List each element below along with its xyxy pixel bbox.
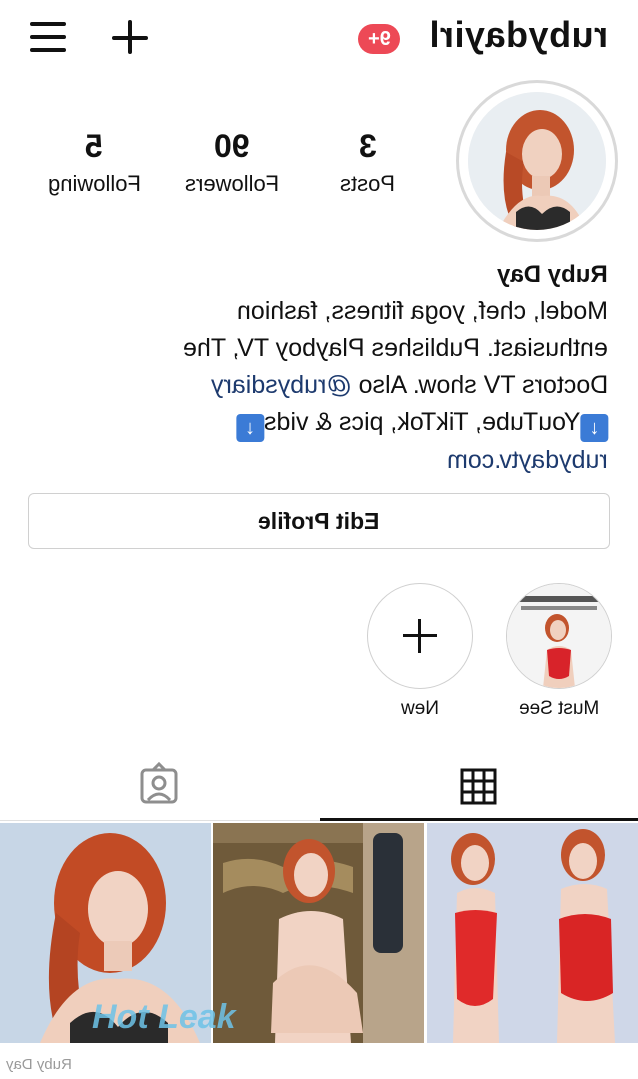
watermark-brand-text: Hot Leak bbox=[92, 998, 236, 1036]
avatar[interactable] bbox=[468, 92, 606, 230]
highlight-label-text: New bbox=[400, 698, 439, 719]
edit-profile-button[interactable]: Edit Profile bbox=[28, 493, 610, 549]
following-stat[interactable]: 5 Following bbox=[24, 128, 164, 197]
bio-line-4-text: YouTube, TikTok, pics & vids bbox=[263, 408, 580, 436]
hamburger-menu-icon[interactable] bbox=[28, 20, 68, 54]
down-arrow-icon: ↓ bbox=[235, 414, 264, 442]
highlight-label: New bbox=[355, 698, 485, 720]
highlight-label: Must See bbox=[494, 698, 624, 720]
watermark: Ruby Day bbox=[6, 1056, 72, 1073]
profile-username[interactable]: rubydayirl bbox=[429, 14, 608, 56]
mention-link[interactable]: @rubysdiary bbox=[211, 371, 352, 399]
followers-count: 90 bbox=[214, 128, 250, 164]
bio-line-2: enthusiast. Publishes Playboy TV, The bbox=[183, 334, 608, 362]
tab-tagged[interactable] bbox=[106, 760, 212, 816]
bio-line-1: Model, chef, yoga fitness, fashion bbox=[236, 297, 608, 325]
post-thumbnail[interactable] bbox=[427, 823, 638, 1043]
following-label: Following bbox=[47, 171, 141, 196]
edit-profile-label: Edit Profile bbox=[258, 508, 380, 534]
watermark-text: Ruby Day bbox=[6, 1056, 72, 1073]
username-text: rubydayirl bbox=[428, 14, 608, 55]
notification-badge[interactable]: 9+ bbox=[358, 24, 400, 54]
tab-grid[interactable] bbox=[426, 760, 532, 816]
website-link[interactable]: rubydaytv.com bbox=[447, 442, 608, 479]
bio-line-3-text: Doctors TV show. Also bbox=[351, 371, 608, 399]
down-arrow-icon: ↓ bbox=[580, 414, 608, 442]
posts-count: 3 bbox=[359, 128, 377, 164]
post-thumbnail[interactable] bbox=[213, 823, 424, 1043]
grid-icon bbox=[460, 768, 497, 805]
display-name: Ruby Day bbox=[497, 261, 608, 288]
top-bar: 9+ rubydayirl bbox=[0, 0, 638, 78]
followers-label: Followers bbox=[184, 171, 280, 196]
watermark-brand: Hot Leak bbox=[92, 998, 236, 1037]
active-tab-indicator bbox=[320, 818, 638, 821]
plus-icon bbox=[403, 619, 437, 653]
highlight-must-see[interactable] bbox=[506, 583, 612, 689]
posts-stat[interactable]: 3 Posts bbox=[298, 128, 438, 197]
tagged-person-icon bbox=[140, 761, 178, 804]
bio-line-4: ↓YouTube, TikTok, pics & vids↓ bbox=[235, 404, 608, 442]
notification-count: 9+ bbox=[367, 28, 391, 50]
following-count: 5 bbox=[85, 128, 103, 164]
plus-icon[interactable] bbox=[110, 18, 150, 58]
highlight-label-text: Must See bbox=[518, 698, 600, 719]
followers-stat[interactable]: 90 Followers bbox=[162, 128, 302, 197]
posts-label: Posts bbox=[340, 171, 396, 196]
profile-bio: Ruby Day Model, chef, yoga fitness, fash… bbox=[48, 256, 608, 479]
bio-line-3: Doctors TV show. Also @rubysdiary bbox=[211, 367, 608, 404]
new-highlight-button[interactable] bbox=[367, 583, 473, 689]
